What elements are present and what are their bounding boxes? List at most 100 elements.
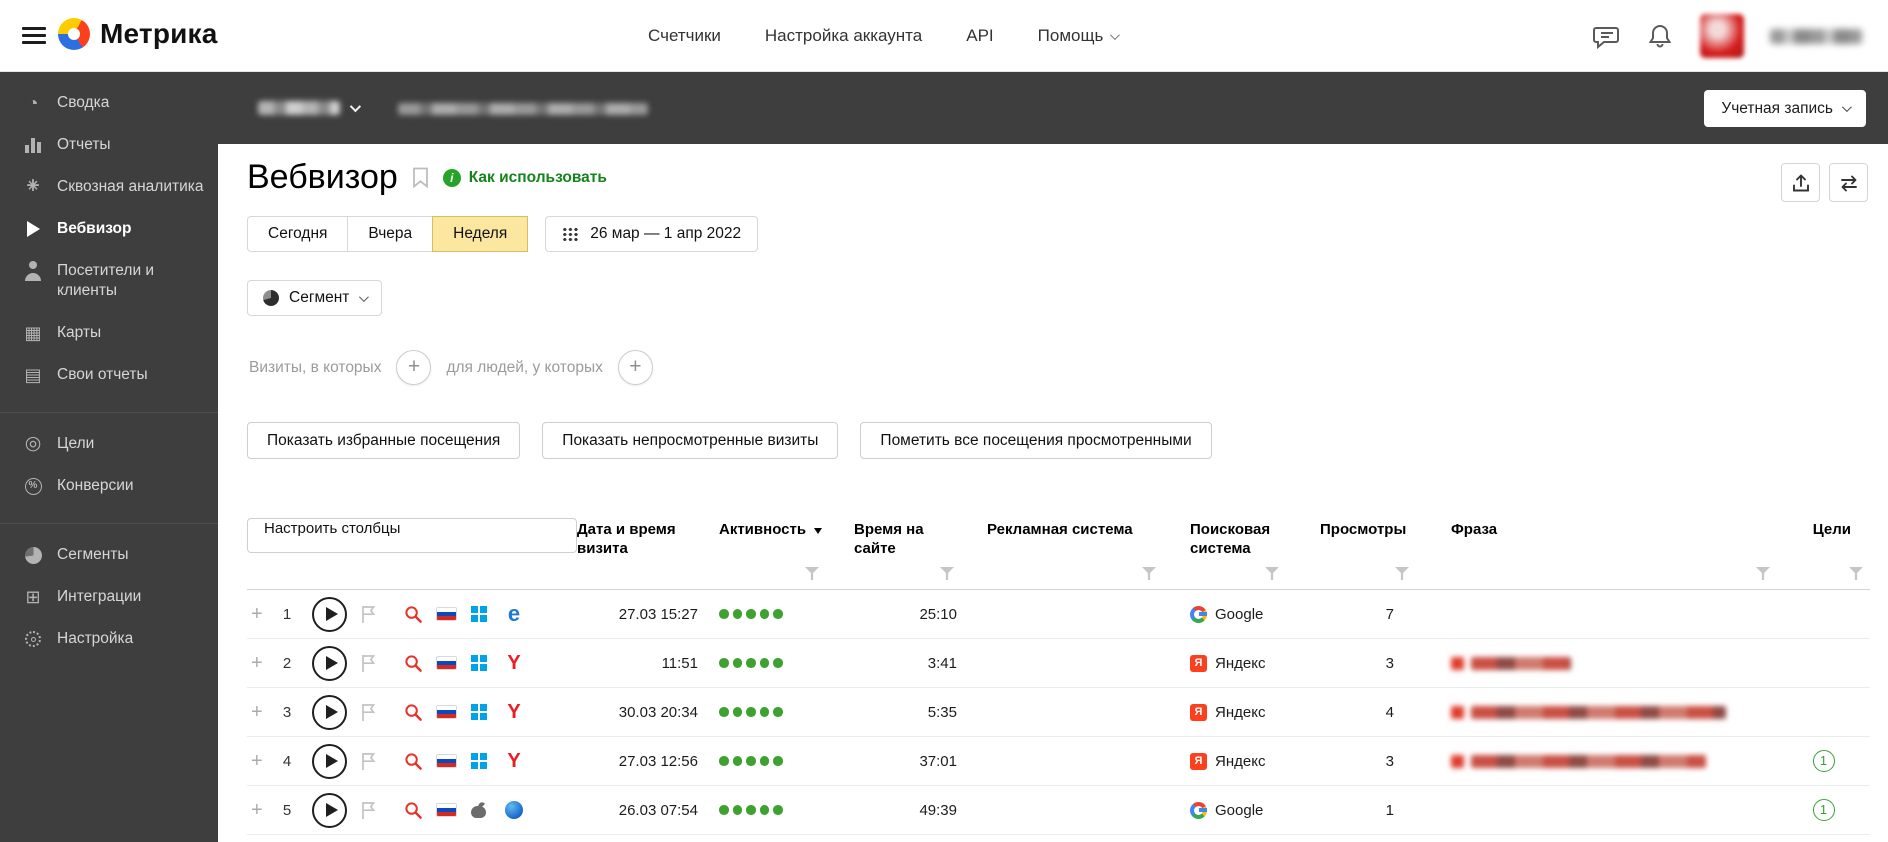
table-row[interactable]: 5 26.03 07:54 49:39 Go (247, 786, 1870, 835)
col-header-activity[interactable]: Активность (700, 510, 826, 589)
filter-funnel-icon[interactable] (1142, 567, 1156, 580)
flag-icon[interactable] (360, 752, 376, 771)
activity-dots (700, 737, 826, 785)
col-header-search-engine[interactable]: Поисковая система (1163, 510, 1286, 589)
sidebar-item-label: Посетители и клиенты (57, 262, 155, 299)
expand-row-icon[interactable] (251, 603, 263, 626)
search-engine: Я Яндекс (1163, 639, 1286, 687)
add-people-condition-button[interactable] (617, 350, 653, 385)
table-row[interactable]: 1 e 27.03 15:27 25:10 G (247, 590, 1870, 639)
sidebar-item-segments[interactable]: Сегменты (0, 534, 218, 576)
inspect-magnifier-icon[interactable] (404, 801, 423, 820)
visits-filter-hint: Визиты, в которых (249, 358, 382, 376)
tab-today[interactable]: Сегодня (247, 216, 349, 252)
play-session-button[interactable] (312, 596, 347, 632)
sidebar-item-custom-reports[interactable]: Свои отчеты (0, 354, 218, 396)
yandex-browser-icon: Y (507, 750, 521, 772)
sidebar-item-cross-analytics[interactable]: Сквозная аналитика (0, 166, 218, 208)
show-unviewed-button[interactable]: Показать непросмотренные визиты (542, 422, 839, 459)
filter-funnel-icon[interactable] (1395, 567, 1409, 580)
table-row[interactable]: 3 Y 30.03 20:34 5:35 Я Я (247, 688, 1870, 737)
site-url-redacted (398, 103, 648, 115)
sidebar-item-summary[interactable]: Сводка (0, 82, 218, 124)
sidebar-item-maps[interactable]: Карты (0, 312, 218, 354)
country-flag-russia-icon (436, 754, 457, 768)
inspect-magnifier-icon[interactable] (404, 605, 423, 624)
play-session-button[interactable] (312, 694, 347, 730)
col-header-goals[interactable]: Цели (1777, 510, 1870, 589)
views-count: 3 (1385, 752, 1394, 770)
expand-row-icon[interactable] (251, 701, 263, 724)
flag-icon[interactable] (360, 801, 376, 820)
notifications-bell-icon[interactable] (1646, 22, 1674, 50)
avatar[interactable] (1700, 14, 1744, 58)
tab-yesterday[interactable]: Вчера (347, 216, 434, 252)
segment-button[interactable]: Сегмент (247, 280, 383, 316)
col-header-datetime[interactable]: Дата и время визита (577, 510, 700, 589)
filter-funnel-icon[interactable] (1265, 567, 1279, 580)
header-nav: Счетчики Настройка аккаунта API Помощь (648, 0, 1121, 72)
show-favorites-button[interactable]: Показать избранные посещения (247, 422, 521, 459)
counter-name-redacted (258, 101, 340, 115)
yandex-browser-icon: Y (507, 701, 521, 723)
play-session-button[interactable] (312, 743, 347, 779)
sidebar-item-conversions[interactable]: Конверсии (0, 465, 218, 507)
chat-icon[interactable] (1592, 22, 1620, 50)
flag-icon[interactable] (360, 703, 376, 722)
add-visit-condition-button[interactable] (396, 350, 432, 385)
how-to-use-label: Как использовать (468, 168, 607, 186)
nav-account-settings[interactable]: Настройка аккаунта (765, 26, 922, 46)
counter-selector[interactable] (258, 100, 362, 115)
play-session-button[interactable] (312, 792, 347, 828)
mark-all-viewed-button[interactable]: Пометить все посещения просмотренными (860, 422, 1212, 459)
goal-count-badge[interactable]: 1 (1812, 750, 1835, 772)
bookmark-icon[interactable] (412, 167, 429, 188)
table-row[interactable]: 4 Y 27.03 12:56 37:01 Я (247, 737, 1870, 786)
expand-row-icon[interactable] (251, 652, 263, 675)
filter-funnel-icon[interactable] (805, 567, 819, 580)
ad-system (961, 639, 1163, 687)
sidebar-item-webvisor[interactable]: Вебвизор (0, 208, 218, 250)
inspect-magnifier-icon[interactable] (404, 752, 423, 771)
col-header-ad-system[interactable]: Рекламная система (961, 510, 1163, 589)
nav-api[interactable]: API (966, 26, 993, 46)
sidebar-item-goals[interactable]: Цели (0, 423, 218, 465)
how-to-use-link[interactable]: i Как использовать (442, 168, 607, 187)
sidebar-item-label: Сводка (57, 94, 110, 111)
date-range-button[interactable]: 26 мар — 1 апр 2022 (545, 216, 759, 252)
col-header-time-on-site[interactable]: Время на сайте (826, 510, 961, 589)
search-phrase (1416, 786, 1777, 834)
configure-columns-button[interactable]: Настроить столбцы (247, 518, 577, 553)
favicon-redacted (1451, 754, 1464, 768)
play-session-button[interactable] (312, 645, 347, 681)
col-header-phrase[interactable]: Фраза (1416, 510, 1777, 589)
account-button[interactable]: Учетная запись (1704, 90, 1866, 127)
expand-row-icon[interactable] (251, 750, 263, 773)
sidebar-item-integrations[interactable]: Интеграции (0, 576, 218, 618)
export-button[interactable] (1781, 163, 1820, 202)
sidebar-item-settings[interactable]: Настройка (0, 618, 218, 660)
yandex-icon: Я (1190, 654, 1207, 672)
table-row[interactable]: 2 Y 11:51 3:41 Я Яндекс (247, 639, 1870, 688)
filter-funnel-icon[interactable] (1849, 567, 1863, 580)
search-phrase (1416, 688, 1777, 736)
inspect-magnifier-icon[interactable] (404, 703, 423, 722)
col-header-views[interactable]: Просмотры (1286, 510, 1416, 589)
ad-system (961, 786, 1163, 834)
tab-week[interactable]: Неделя (432, 216, 529, 252)
filter-funnel-icon[interactable] (940, 567, 954, 580)
search-engine: Я Яндекс (1163, 688, 1286, 736)
goal-count-badge[interactable]: 1 (1812, 799, 1835, 821)
expand-row-icon[interactable] (251, 799, 263, 822)
filter-funnel-icon[interactable] (1756, 567, 1770, 580)
inspect-magnifier-icon[interactable] (404, 654, 423, 673)
flag-icon[interactable] (360, 654, 376, 673)
nav-help[interactable]: Помощь (1038, 26, 1121, 46)
flag-icon[interactable] (360, 605, 376, 624)
hamburger-menu-icon[interactable] (22, 27, 46, 45)
metrika-logo[interactable]: Метрика (58, 18, 218, 50)
swap-view-button[interactable] (1829, 163, 1868, 202)
nav-counters[interactable]: Счетчики (648, 26, 721, 46)
sidebar-item-reports[interactable]: Отчеты (0, 124, 218, 166)
sidebar-item-visitors[interactable]: Посетители и клиенты (0, 250, 218, 312)
